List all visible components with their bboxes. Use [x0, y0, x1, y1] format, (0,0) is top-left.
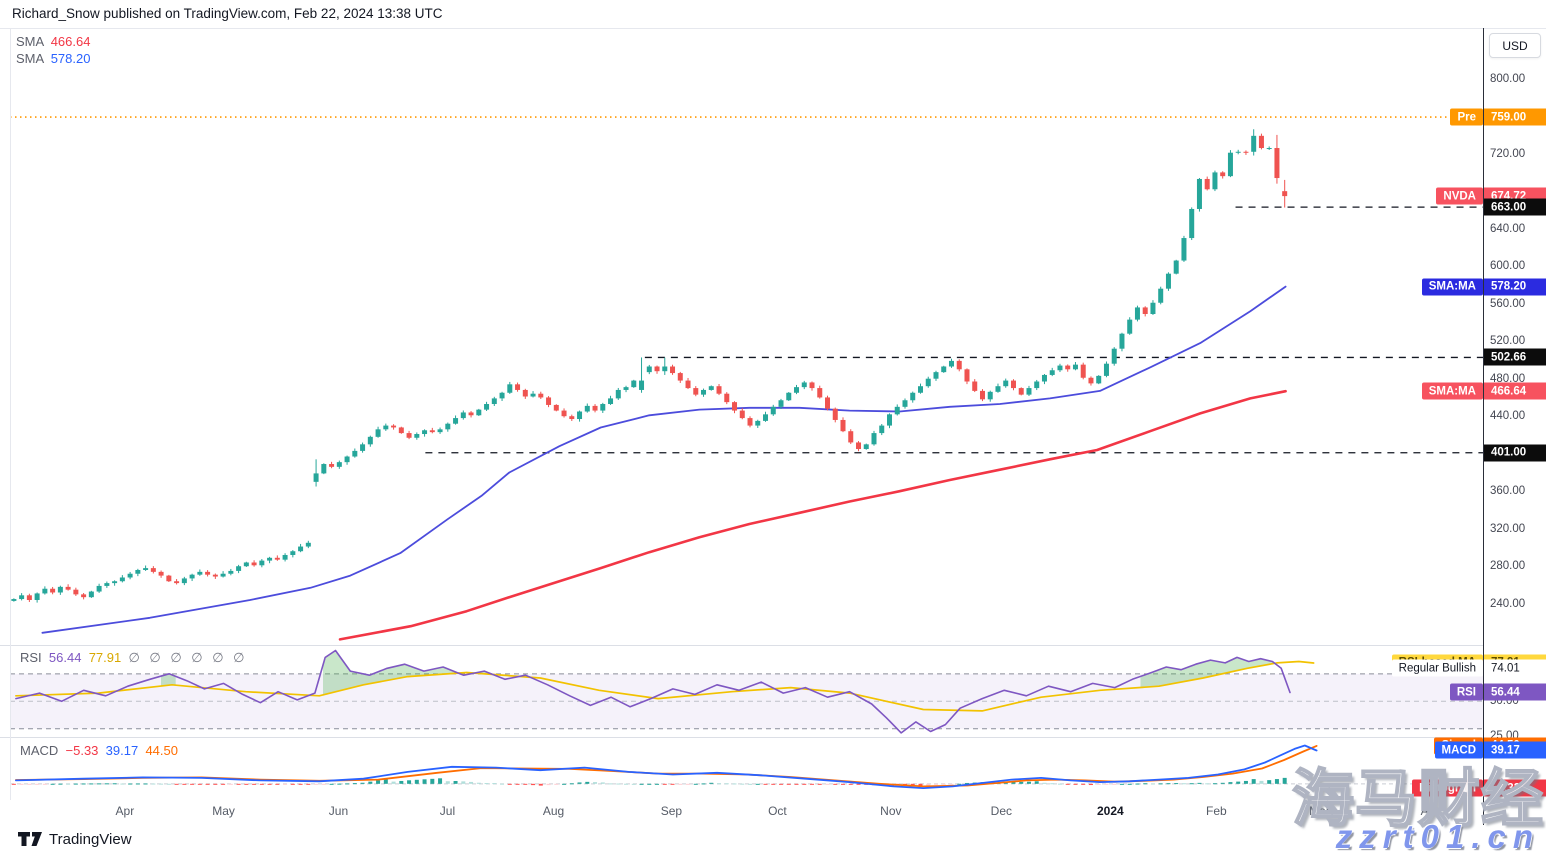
level-663-label-value[interactable]: 663.00	[1484, 199, 1546, 216]
price-tick-640: 640.00	[1490, 223, 1525, 235]
macd-legend-label: MACD	[20, 743, 58, 758]
rsi-label-value[interactable]: 56.44	[1484, 684, 1546, 701]
month-label-nov[interactable]: Nov	[880, 804, 901, 818]
price-tick-720: 720.00	[1490, 148, 1525, 160]
divergence-label[interactable]: Regular Bullish	[1392, 660, 1483, 677]
price-tick-560: 560.00	[1490, 298, 1525, 310]
watermark-url: zzrt01.cn	[1336, 818, 1540, 856]
rsi-ma-legend-value: 77.91	[89, 650, 122, 665]
month-label-jun[interactable]: Jun	[329, 804, 348, 818]
month-label-dec[interactable]: Dec	[991, 804, 1012, 818]
indicator-legend[interactable]: SMA 466.64 SMA 578.20	[16, 33, 90, 67]
price-rsi-separator[interactable]	[0, 645, 1483, 646]
sma-fast-value: 578.20	[51, 51, 91, 66]
month-label-may[interactable]: May	[212, 804, 235, 818]
sma-slow-label[interactable]: SMA:MA	[1422, 383, 1483, 400]
price-tick-440: 440.00	[1490, 410, 1525, 422]
macd-line-value: 39.17	[106, 743, 139, 758]
price-tick-520: 520.00	[1490, 335, 1525, 347]
sma-fast-label-value[interactable]: 578.20	[1484, 278, 1546, 295]
price-tick-800: 800.00	[1490, 73, 1525, 85]
level-502-label-value[interactable]: 502.66	[1484, 349, 1546, 366]
plot-left-border	[10, 28, 11, 800]
level-401-label-value[interactable]: 401.00	[1484, 444, 1546, 461]
sma-slow-legend-row[interactable]: SMA 466.64	[16, 33, 90, 50]
sma-label-2: SMA	[16, 51, 43, 66]
rsi-legend-label: RSI	[20, 650, 42, 665]
sma-slow-label-value[interactable]: 466.64	[1484, 383, 1546, 400]
price-tick-320: 320.00	[1490, 523, 1525, 535]
rsi-empty-inputs: ∅ ∅ ∅ ∅ ∅ ∅	[128, 650, 247, 665]
month-label-sep[interactable]: Sep	[661, 804, 682, 818]
macd-pane[interactable]	[10, 746, 1483, 789]
rsi-label[interactable]: RSI	[1450, 684, 1483, 701]
currency-unit-button[interactable]: USD	[1489, 33, 1541, 58]
month-label-jul[interactable]: Jul	[440, 804, 455, 818]
divergence-label-value[interactable]: 74.01	[1484, 660, 1546, 677]
macd-hist-value: −5.33	[66, 743, 99, 758]
rsi-macd-separator[interactable]	[0, 737, 1483, 738]
macd-legend[interactable]: MACD −5.33 39.17 44.50	[20, 743, 178, 758]
price-tick-240: 240.00	[1490, 598, 1525, 610]
tradingview-brand-text: TradingView	[49, 831, 132, 848]
premarket-label[interactable]: Pre	[1450, 109, 1483, 126]
price-tick-280: 280.00	[1490, 560, 1525, 572]
sma-label: SMA	[16, 34, 43, 49]
month-label-apr[interactable]: Apr	[116, 804, 135, 818]
chart-canvas[interactable]	[0, 0, 1546, 857]
rsi-legend[interactable]: RSI 56.44 77.91 ∅ ∅ ∅ ∅ ∅ ∅	[20, 650, 247, 666]
price-tick-600: 600.00	[1490, 260, 1525, 272]
sma-fast-label[interactable]: SMA:MA	[1422, 278, 1483, 295]
macd-signal-value: 44.50	[145, 743, 178, 758]
price-tick-360: 360.00	[1490, 485, 1525, 497]
rsi-legend-value: 56.44	[49, 650, 82, 665]
tradingview-footer[interactable]: TradingView	[18, 831, 132, 848]
sma-fast-legend-row[interactable]: SMA 578.20	[16, 50, 90, 67]
nvda-last-price-label[interactable]: NVDA	[1436, 188, 1483, 205]
month-label-oct[interactable]: Oct	[768, 804, 787, 818]
tradingview-logo-icon	[18, 832, 42, 847]
month-label-aug[interactable]: Aug	[543, 804, 564, 818]
tradingview-chart-window: Richard_Snow published on TradingView.co…	[0, 0, 1546, 857]
price-pane[interactable]	[10, 117, 1483, 639]
price-axis[interactable]: 800.00720.00640.00600.00560.00520.00480.…	[1484, 28, 1546, 825]
premarket-label-value[interactable]: 759.00	[1484, 109, 1546, 126]
month-label-feb[interactable]: Feb	[1206, 804, 1227, 818]
month-label-2024[interactable]: 2024	[1097, 804, 1124, 818]
sma-slow-value: 466.64	[51, 34, 91, 49]
